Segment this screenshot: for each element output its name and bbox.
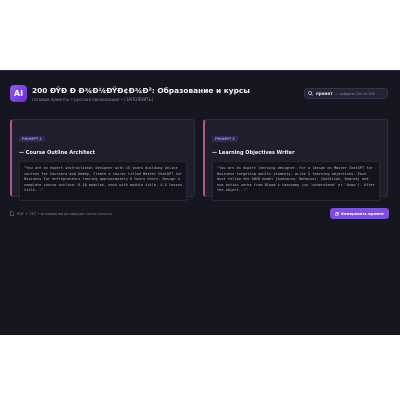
copy-button-label: Копировать промпт (340, 211, 385, 216)
top-white-margin (0, 0, 400, 70)
document-icon (10, 211, 14, 216)
prompt-text: "You are an expert learning designer. Fo… (212, 161, 380, 201)
prompt-title: — Course Outline Architect (19, 150, 96, 156)
bottom-white-margin (0, 335, 400, 400)
search-input[interactable] (316, 91, 335, 96)
prompt-title: — Learning Objectives Writer (212, 150, 295, 156)
search-result-count: — найдено 200 из 200 (335, 91, 375, 96)
search-box[interactable]: — найдено 200 из 200 (304, 88, 388, 99)
prompt-card[interactable]: PROMPT 2 — Learning Objectives Writer "Y… (203, 119, 388, 201)
page-title: 200 ÐŸÐ Ð Ð¾Ð¼ÐŸÐ¢Ð¾Ð²: Образование и ку… (32, 85, 250, 95)
prompt-badge: PROMPT 2 (212, 136, 238, 142)
copy-icon (335, 211, 339, 216)
copy-prompt-button[interactable]: Копировать промпт (330, 208, 389, 219)
prompt-text: "You are an expert instructional designe… (19, 161, 187, 201)
header-titles: 200 ÐŸÐ Ð Ð¾Ð¼ÐŸÐ¢Ð¾Ð²: Образование и ку… (32, 86, 250, 102)
prompt-badge: PROMPT 1 (19, 136, 45, 142)
app-logo: AI (10, 85, 27, 102)
page-subtitle: готовые промпты • русская локализация • … (32, 96, 154, 102)
footer-note-text: PDF + TXT • мгновенная активация после о… (17, 211, 112, 216)
prompt-card[interactable]: PROMPT 1 — Course Outline Architect "You… (10, 119, 195, 201)
header: AI 200 ÐŸÐ Ð Ð¾Ð¼ÐŸÐ¢Ð¾Ð²: Образование и… (10, 85, 250, 102)
app-window: AI 200 ÐŸÐ Ð Ð¾Ð¼ÐŸÐ¢Ð¾Ð²: Образование и… (0, 70, 400, 335)
search-icon (308, 91, 313, 96)
footer-note: PDF + TXT • мгновенная активация после о… (10, 211, 112, 216)
